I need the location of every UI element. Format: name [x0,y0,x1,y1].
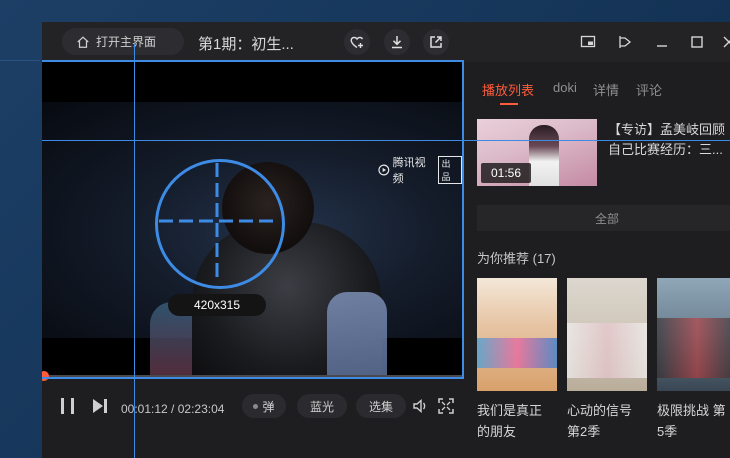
playback-time: 00:01:12 / 02:23:04 [121,402,224,416]
title-bar: 打开主界面 第1期：初生... [42,22,730,62]
danmaku-dot-icon [253,403,259,409]
show-all-button[interactable]: 全部 [477,205,730,231]
poster-2-figures [567,323,647,378]
thumbnail-person [529,125,559,186]
favorite-button[interactable] [344,29,370,55]
active-tab-indicator [500,103,518,105]
poster-3-figures [657,318,730,378]
capture-size-label: 420x315 [168,294,266,316]
episodes-button[interactable]: 选集 [356,394,406,418]
featured-video-thumbnail[interactable]: 01:56 [477,119,597,186]
maximize-button[interactable] [688,33,706,51]
watermark-text: 腾讯视频 [392,157,426,185]
mini-mode-icon [580,35,596,48]
pause-icon[interactable] [58,396,78,416]
episode-title: 第1期：初生... [198,36,294,53]
reticle-crosshair-icon [159,163,275,279]
open-main-window-label: 打开主界面 [96,35,157,49]
fullscreen-icon[interactable] [437,397,455,415]
recommendation-poster-3[interactable] [657,278,730,391]
progress-bar[interactable] [42,375,462,378]
video-player-window: 打开主界面 第1期：初生... 腾讯视频 出品 00:01:12 / 02:23… [42,22,730,458]
video-figure-arm [327,292,387,378]
share-button[interactable] [423,29,449,55]
progress-handle[interactable] [42,371,49,381]
recommendation-3-line1: 极限挑战 第 [657,403,726,418]
playlist-sidebar: 播放列表 doki 详情 评论 01:56 【专访】孟美岐回顾 自己比赛经历：三… [462,62,730,458]
recommendation-title-2[interactable]: 心动的信号 第2季 [567,400,632,442]
featured-title-line1: 【专访】孟美岐回顾 [608,122,726,137]
share-icon [430,36,442,48]
featured-title-line2: 自己比赛经历：三... [608,142,723,157]
tab-playlist[interactable]: 播放列表 [482,80,534,99]
recommendation-1-line1: 我们是真正 [477,403,543,418]
heart-plus-icon [350,36,364,49]
tab-comments[interactable]: 评论 [636,80,662,99]
mini-mode-button[interactable] [579,33,597,51]
poster-1-figures [477,338,557,368]
pin-icon [619,36,632,48]
time-separator: / [167,402,178,416]
minimize-button[interactable] [653,33,671,51]
minimize-icon [657,45,667,47]
tencent-video-watermark: 腾讯视频 出品 [378,154,462,186]
capture-crosshair-horizontal [42,140,730,141]
current-time: 00:01:12 [121,402,168,416]
episodes-label: 选集 [368,399,393,414]
recommendation-title-1[interactable]: 我们是真正 的朋友 [477,400,542,442]
player-control-bar: 00:01:12 / 02:23:04 弹 蓝光 选集 [42,386,462,430]
recommend-heading: 为你推荐 (17) [477,251,556,266]
next-icon[interactable] [90,396,110,416]
recommendation-poster-1[interactable] [477,278,557,391]
tab-details[interactable]: 详情 [593,80,619,99]
open-main-window-button[interactable]: 打开主界面 [62,28,184,55]
quality-button[interactable]: 蓝光 [297,394,347,418]
close-icon [723,36,730,48]
recommendation-title-3[interactable]: 极限挑战 第 5季 [657,400,726,442]
close-button[interactable] [720,33,730,51]
watermark-badge: 出品 [438,156,462,184]
home-icon [77,35,89,48]
capture-crosshair-vertical [134,44,135,458]
featured-video-duration: 01:56 [481,163,531,183]
capture-magnifier-reticle [155,159,285,289]
tab-doki[interactable]: doki [553,80,577,95]
tencent-video-logo-icon [378,164,390,176]
total-time: 02:23:04 [177,402,225,416]
maximize-icon [691,36,703,48]
pin-on-top-button[interactable] [616,33,634,51]
recommendation-2-line1: 心动的信号 [567,403,633,418]
download-icon [392,36,402,49]
quality-label: 蓝光 [309,399,334,414]
download-button[interactable] [384,29,410,55]
desktop-decor [0,60,40,61]
volume-icon[interactable] [412,397,430,415]
recommendation-3-line2: 5季 [657,424,678,439]
danmaku-toggle-button[interactable]: 弹 [242,394,286,418]
recommendation-1-line2: 的朋友 [477,424,517,439]
danmaku-label: 弹 [262,399,275,414]
recommendation-poster-2[interactable] [567,278,647,391]
recommendation-2-line2: 第2季 [567,424,601,439]
